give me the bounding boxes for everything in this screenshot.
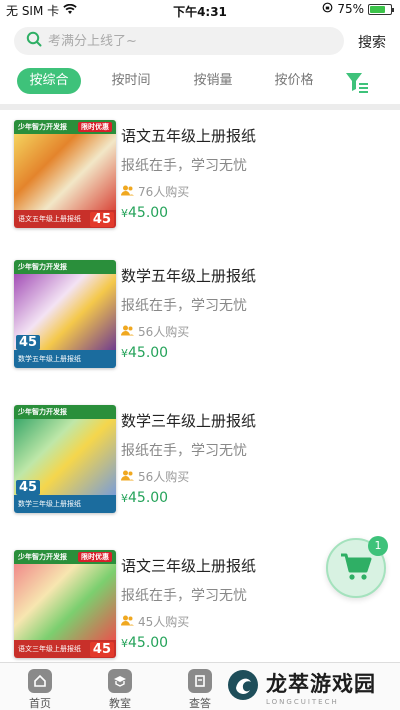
thumb-footer: 语文五年级上册报纸 — [18, 215, 81, 223]
thumb-footer: 数学五年级上册报纸 — [18, 355, 81, 363]
watermark-icon — [226, 668, 260, 706]
sort-tab-sales[interactable]: 按销量 — [181, 68, 245, 94]
cart-icon — [339, 551, 373, 585]
watermark-subtext: LONGCUITECH — [266, 698, 339, 706]
product-subtitle: 报纸在手，学习无忧 — [121, 298, 247, 314]
product-price: ¥45.00 — [121, 345, 168, 361]
currency-symbol: ¥ — [121, 347, 128, 360]
search-button[interactable]: 搜索 — [358, 32, 386, 52]
buyers-count: 45人购买 — [138, 615, 190, 629]
currency-symbol: ¥ — [121, 637, 128, 650]
users-icon — [121, 470, 134, 484]
watermark-logo: 龙萃游戏园 LONGCUITECH — [226, 664, 400, 710]
orientation-lock-icon — [322, 2, 333, 16]
buyers-count: 76人购买 — [138, 185, 190, 199]
price-value: 45.00 — [128, 345, 169, 361]
tab-answers-label: 查答 — [189, 697, 211, 710]
thumb-banner: 少年智力开发报 — [18, 553, 67, 561]
thumb-banner: 少年智力开发报 — [18, 123, 67, 131]
thumb-price: 45 — [16, 335, 41, 350]
search-box[interactable] — [14, 27, 344, 55]
sort-tab-price[interactable]: 按价格 — [262, 68, 326, 94]
price-value: 45.00 — [128, 205, 169, 221]
filter-icon[interactable] — [344, 70, 370, 94]
product-title[interactable]: 语文五年级上册报纸 — [121, 125, 256, 146]
thumb-price: 45 — [89, 642, 114, 657]
tab-home[interactable]: 首页 — [10, 669, 70, 710]
buyers-count: 56人购买 — [138, 470, 190, 484]
product-thumbnail[interactable]: 少年智力开发报 数学三年级上册报纸 45 — [14, 405, 116, 513]
users-icon — [121, 325, 134, 339]
tab-home-label: 首页 — [29, 697, 51, 710]
product-title[interactable]: 数学三年级上册报纸 — [121, 410, 256, 431]
cart-badge: 1 — [368, 536, 388, 556]
product-price: ¥45.00 — [121, 205, 168, 221]
thumb-banner: 少年智力开发报 — [18, 263, 67, 271]
price-value: 45.00 — [128, 635, 169, 651]
thumb-tag: 限时优惠 — [78, 552, 112, 562]
sort-tab-overall[interactable]: 按综合 — [17, 68, 81, 94]
tab-answers[interactable]: 查答 — [170, 669, 230, 710]
answers-icon — [188, 669, 212, 693]
users-icon — [121, 185, 134, 199]
sort-tab-time[interactable]: 按时间 — [99, 68, 163, 94]
thumb-price: 45 — [89, 212, 114, 227]
battery-percent: 75% — [337, 2, 364, 16]
thumb-footer: 数学三年级上册报纸 — [18, 500, 81, 508]
currency-symbol: ¥ — [121, 492, 128, 505]
buyers-count: 56人购买 — [138, 325, 190, 339]
battery-icon — [368, 3, 394, 15]
thumb-price: 45 — [16, 480, 41, 495]
watermark-text: 龙萃游戏园 — [266, 672, 376, 696]
product-item[interactable]: 少年智力开发报 数学五年级上册报纸 45 数学五年级上册报纸 报纸在手，学习无忧… — [0, 260, 400, 405]
price-value: 45.00 — [128, 490, 169, 506]
tab-classroom[interactable]: 教室 — [90, 669, 150, 710]
home-icon — [28, 669, 52, 693]
product-item[interactable]: 少年智力开发报 限时优惠 语文五年级上册报纸 45 语文五年级上册报纸 报纸在手，… — [0, 115, 400, 260]
product-subtitle: 报纸在手，学习无忧 — [121, 158, 247, 174]
users-icon — [121, 615, 134, 629]
search-icon — [26, 31, 42, 51]
classroom-icon — [108, 669, 132, 693]
product-item[interactable]: 少年智力开发报 数学三年级上册报纸 45 数学三年级上册报纸 报纸在手，学习无忧… — [0, 405, 400, 550]
product-thumbnail[interactable]: 少年智力开发报 数学五年级上册报纸 45 — [14, 260, 116, 368]
status-bar: 无 SIM 卡 下午4:31 75% — [0, 0, 400, 20]
tab-classroom-label: 教室 — [109, 697, 131, 710]
product-thumbnail[interactable]: 少年智力开发报 限时优惠 语文五年级上册报纸 45 — [14, 120, 116, 228]
search-input[interactable] — [48, 33, 308, 49]
product-thumbnail[interactable]: 少年智力开发报 限时优惠 语文三年级上册报纸 45 — [14, 550, 116, 658]
product-title[interactable]: 语文三年级上册报纸 — [121, 555, 256, 576]
search-row: 搜索 — [0, 20, 400, 64]
product-price: ¥45.00 — [121, 490, 168, 506]
currency-symbol: ¥ — [121, 207, 128, 220]
thumb-banner: 少年智力开发报 — [18, 408, 67, 416]
product-price: ¥45.00 — [121, 635, 168, 651]
sort-bar: 按综合 按时间 按销量 按价格 — [0, 64, 400, 104]
thumb-tag: 限时优惠 — [78, 122, 112, 132]
product-subtitle: 报纸在手，学习无忧 — [121, 443, 247, 459]
app-screen: 无 SIM 卡 下午4:31 75% 搜索 按综合 按时间 按销量 按价格 — [0, 0, 400, 710]
thumb-footer: 语文三年级上册报纸 — [18, 645, 81, 653]
product-title[interactable]: 数学五年级上册报纸 — [121, 265, 256, 286]
product-subtitle: 报纸在手，学习无忧 — [121, 588, 247, 604]
